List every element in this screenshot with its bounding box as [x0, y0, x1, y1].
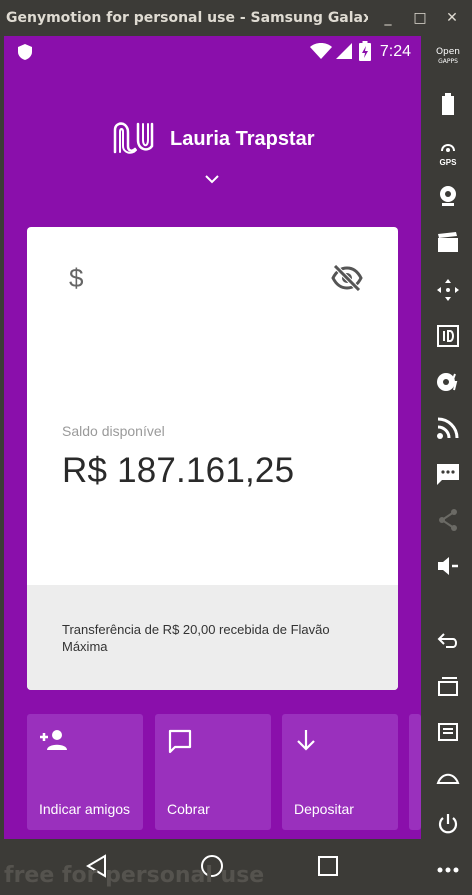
sms-icon[interactable] [436, 462, 460, 486]
open-gapps-button[interactable]: Open GAPPS [434, 48, 462, 72]
gps-button[interactable]: GPS [436, 140, 460, 167]
dollar-icon: $ [69, 263, 84, 293]
balance-label: Saldo disponível [62, 423, 165, 439]
balance-value: R$ 187.161,25 [62, 451, 295, 490]
screencast-icon[interactable] [436, 230, 460, 254]
shield-icon [18, 44, 32, 60]
volume-down-icon[interactable] [436, 554, 460, 578]
more-options-icon[interactable] [436, 858, 460, 882]
maximize-button[interactable]: □ [412, 10, 428, 26]
battery-charging-icon [359, 41, 371, 61]
back-nav-icon[interactable] [436, 628, 460, 652]
add-person-icon [40, 730, 67, 750]
device-id-icon[interactable] [436, 324, 460, 348]
power-icon[interactable] [436, 812, 460, 836]
wifi-icon [310, 43, 332, 59]
dpad-icon[interactable] [436, 278, 460, 302]
phone-screen: 7:24 Lauria Trapstar $ Saldo disponível … [4, 36, 421, 839]
recent-apps-icon[interactable] [436, 674, 460, 698]
balance-card[interactable]: $ Saldo disponível R$ 187.161,25 Transfe… [27, 227, 398, 690]
recents-icon[interactable] [318, 856, 338, 876]
gps-icon [441, 144, 455, 152]
close-button[interactable]: ✕ [444, 10, 460, 26]
status-bar: 7:24 [4, 36, 421, 68]
open-gapps-line1: Open [435, 47, 461, 57]
disk-io-icon[interactable] [436, 370, 460, 394]
watermark: free for personal use [4, 863, 265, 888]
shortcut-next-partial[interactable] [409, 714, 421, 830]
emulator-toolbar: Open GAPPS GPS [424, 36, 472, 895]
window-title: Genymotion for personal use - Samsung Ga… [6, 10, 368, 26]
cast-icon[interactable] [436, 416, 460, 440]
account-header[interactable]: Lauria Trapstar [4, 116, 421, 156]
minimize-button[interactable]: _ [380, 10, 396, 26]
gps-label: GPS [439, 158, 457, 167]
nubank-logo-icon [113, 122, 154, 154]
shortcut-cobrar[interactable]: Cobrar [155, 714, 271, 830]
transaction-message: Transferência de R$ 20,00 recebida de Fl… [62, 622, 330, 654]
home-nav-icon[interactable] [436, 766, 460, 790]
menu-icon[interactable] [436, 720, 460, 744]
open-gapps-icon: Open GAPPS [434, 48, 462, 66]
shortcut-indicar-amigos[interactable]: Indicar amigos [27, 714, 143, 830]
user-name: Lauria Trapstar [170, 128, 315, 150]
chevron-down-icon[interactable] [204, 174, 220, 184]
open-gapps-line2: GAPPS [438, 58, 458, 65]
status-time: 7:24 [379, 43, 411, 60]
share-icon[interactable] [436, 508, 460, 532]
shortcut-label: Cobrar [167, 801, 210, 817]
arrow-down-icon [297, 730, 315, 751]
shortcut-depositar[interactable]: Depositar [282, 714, 398, 830]
battery-icon[interactable] [436, 92, 460, 116]
shortcut-label: Depositar [294, 801, 354, 817]
webcam-icon[interactable] [436, 184, 460, 208]
signal-icon [336, 43, 352, 59]
shortcuts-row: Indicar amigos Cobrar Depositar [4, 714, 421, 830]
chat-bubble-icon [168, 729, 192, 754]
window-titlebar: Genymotion for personal use - Samsung Ga… [0, 0, 472, 36]
latest-transaction[interactable]: Transferência de R$ 20,00 recebida de Fl… [27, 585, 398, 690]
shortcut-label: Indicar amigos [39, 801, 131, 817]
eye-off-icon[interactable] [331, 265, 363, 291]
